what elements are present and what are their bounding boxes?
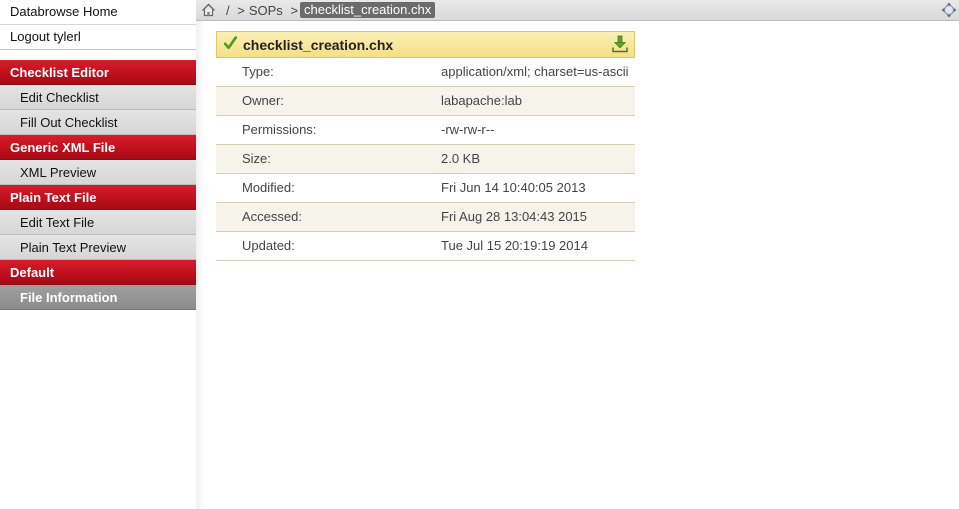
info-key-type: Type: xyxy=(216,58,441,87)
table-row: Accessed: Fri Aug 28 13:04:43 2015 xyxy=(216,202,635,232)
breadcrumb-folder-sops[interactable]: SOPs xyxy=(249,3,283,18)
home-icon[interactable] xyxy=(201,3,216,17)
file-info-panel: checklist_creation.chx Type: application… xyxy=(216,31,635,261)
table-row: Updated: Tue Jul 15 20:19:19 2014 xyxy=(216,231,635,261)
breadcrumb-separator: > xyxy=(290,3,299,18)
download-icon[interactable] xyxy=(612,35,628,53)
breadcrumb-bar: / > SOPs > checklist_creation.chx xyxy=(196,0,959,21)
file-title: checklist_creation.chx xyxy=(243,37,394,53)
table-row: Permissions: -rw-rw-r-- xyxy=(216,115,635,145)
info-key-owner: Owner: xyxy=(216,86,441,116)
section-header-plain-text-file: Plain Text File xyxy=(0,185,196,210)
table-row: Owner: labapache:lab xyxy=(216,86,635,116)
sidebar-item-xml-preview[interactable]: XML Preview xyxy=(0,160,196,185)
info-value-permissions: -rw-rw-r-- xyxy=(441,115,635,145)
databrowse-home-link[interactable]: Databrowse Home xyxy=(0,0,196,25)
sidebar-item-plain-text-preview[interactable]: Plain Text Preview xyxy=(0,235,196,260)
info-key-permissions: Permissions: xyxy=(216,115,441,145)
sidebar-item-edit-text-file[interactable]: Edit Text File xyxy=(0,210,196,235)
sidebar-spacer xyxy=(0,50,196,60)
logout-link[interactable]: Logout tylerl xyxy=(0,25,196,50)
breadcrumb-current-file: checklist_creation.chx xyxy=(300,2,436,18)
info-value-size: 2.0 KB xyxy=(441,144,635,174)
sidebar-item-fill-out-checklist[interactable]: Fill Out Checklist xyxy=(0,110,196,135)
move-arrows-icon[interactable] xyxy=(941,2,957,18)
info-key-updated: Updated: xyxy=(216,231,441,261)
info-value-type: application/xml; charset=us-ascii xyxy=(441,58,635,87)
breadcrumb-root[interactable]: / xyxy=(226,3,230,18)
info-key-modified: Modified: xyxy=(216,173,441,203)
info-value-accessed: Fri Aug 28 13:04:43 2015 xyxy=(441,202,635,232)
info-key-size: Size: xyxy=(216,144,441,174)
section-header-checklist-editor: Checklist Editor xyxy=(0,60,196,85)
sidebar: Databrowse Home Logout tylerl Checklist … xyxy=(0,0,204,509)
table-row: Size: 2.0 KB xyxy=(216,144,635,174)
sidebar-item-edit-checklist[interactable]: Edit Checklist xyxy=(0,85,196,110)
info-key-accessed: Accessed: xyxy=(216,202,441,232)
sidebar-item-file-information[interactable]: File Information xyxy=(0,285,196,310)
table-row: Modified: Fri Jun 14 10:40:05 2013 xyxy=(216,173,635,203)
breadcrumb-separator: > xyxy=(237,3,245,18)
file-info-header: checklist_creation.chx xyxy=(216,31,635,58)
table-row: Type: application/xml; charset=us-ascii xyxy=(216,58,635,87)
section-header-default: Default xyxy=(0,260,196,285)
file-info-table: Type: application/xml; charset=us-ascii … xyxy=(216,58,635,261)
check-icon xyxy=(223,36,238,50)
info-value-modified: Fri Jun 14 10:40:05 2013 xyxy=(441,173,635,203)
section-header-generic-xml-file: Generic XML File xyxy=(0,135,196,160)
breadcrumb: / > SOPs > checklist_creation.chx xyxy=(226,0,436,21)
info-value-owner: labapache:lab xyxy=(441,86,635,116)
info-value-updated: Tue Jul 15 20:19:19 2014 xyxy=(441,231,635,261)
